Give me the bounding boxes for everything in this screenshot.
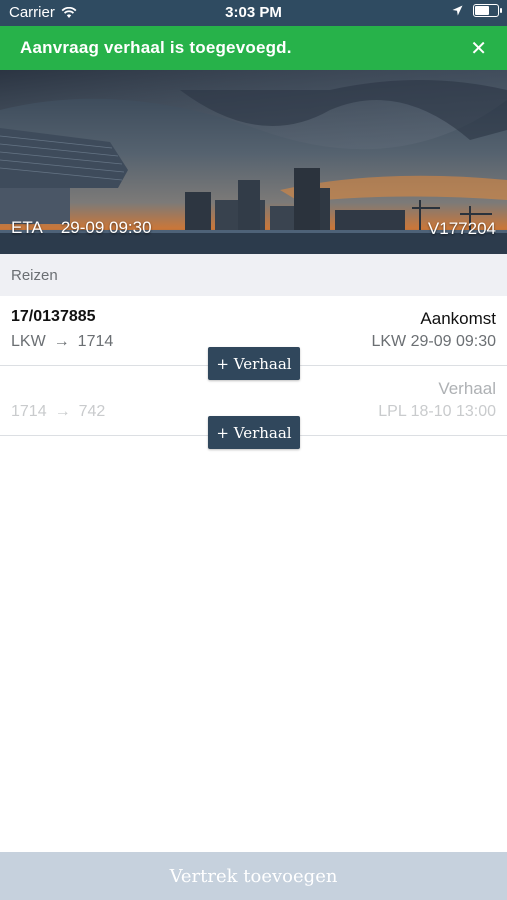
status-bar: Carrier 3:03 PM bbox=[0, 0, 507, 26]
eta-value: 29-09 09:30 bbox=[60, 218, 152, 237]
add-verhaal-button[interactable]: + Verhaal bbox=[208, 416, 300, 449]
close-icon[interactable]: ✕ bbox=[470, 36, 487, 61]
port-hero-image: ETA 29-09 09:30 V177204 bbox=[0, 70, 507, 254]
status-right bbox=[452, 4, 502, 17]
trip-destination-time: LPL 18-10 13:00 bbox=[378, 403, 496, 420]
battery-fill bbox=[475, 6, 490, 15]
add-departure-button[interactable]: Vertrek toevoegen bbox=[0, 852, 507, 900]
trip-route: LKW → 1714 bbox=[11, 333, 113, 351]
route-from: 1714 bbox=[11, 403, 47, 420]
route-to: 1714 bbox=[77, 333, 114, 350]
arrow-right-icon: → bbox=[53, 333, 70, 350]
section-header-reizen: Reizen bbox=[0, 254, 507, 296]
add-departure-label: Vertrek toevoegen bbox=[169, 865, 338, 887]
trip-type: Aankomst bbox=[420, 309, 496, 328]
success-toast: Aanvraag verhaal is toegevoegd. ✕ bbox=[0, 26, 507, 70]
trip-id: 17/0137885 bbox=[11, 308, 96, 325]
trip-route: 1714 → 742 bbox=[11, 403, 105, 421]
clock: 3:03 PM bbox=[225, 4, 282, 21]
route-from: LKW bbox=[11, 333, 46, 350]
battery-icon bbox=[473, 4, 502, 17]
vessel-code: V177204 bbox=[427, 219, 496, 238]
arrow-right-icon: → bbox=[54, 403, 71, 420]
location-arrow-icon bbox=[452, 5, 463, 16]
trip-type: Verhaal bbox=[438, 379, 496, 398]
toast-message: Aanvraag verhaal is toegevoegd. bbox=[20, 38, 292, 57]
section-title: Reizen bbox=[11, 267, 58, 284]
eta-group: ETA 29-09 09:30 bbox=[11, 218, 152, 238]
route-to: 742 bbox=[78, 403, 106, 420]
add-verhaal-button[interactable]: + Verhaal bbox=[208, 347, 300, 380]
eta-label: ETA bbox=[11, 218, 43, 237]
trip-destination-time: LKW 29-09 09:30 bbox=[371, 333, 496, 350]
